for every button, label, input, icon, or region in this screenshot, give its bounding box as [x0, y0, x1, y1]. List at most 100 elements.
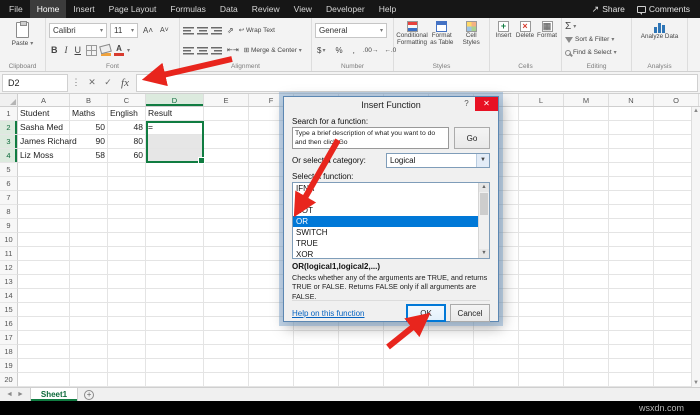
- cell-K18[interactable]: [474, 345, 519, 359]
- cell-E4[interactable]: [204, 149, 249, 163]
- sheet-nav-right-icon[interactable]: ►: [17, 391, 24, 398]
- font-size-combo[interactable]: 11 ▾: [110, 22, 138, 38]
- cell-C9[interactable]: [108, 219, 146, 233]
- cell-M20[interactable]: [564, 373, 609, 387]
- cell-L10[interactable]: [519, 233, 564, 247]
- listbox-scrollbar[interactable]: ▲ ▼: [478, 183, 489, 258]
- cell-E10[interactable]: [204, 233, 249, 247]
- cell-A1[interactable]: Student: [18, 107, 70, 121]
- cell-A5[interactable]: [18, 163, 70, 177]
- cell-L8[interactable]: [519, 205, 564, 219]
- cell-D1[interactable]: Result: [146, 107, 204, 121]
- cell-J20[interactable]: [429, 373, 474, 387]
- cell-B8[interactable]: [70, 205, 108, 219]
- cell-B13[interactable]: [70, 275, 108, 289]
- cell-C8[interactable]: [108, 205, 146, 219]
- cell-L11[interactable]: [519, 247, 564, 261]
- cell-E15[interactable]: [204, 303, 249, 317]
- cell-C2[interactable]: 48: [108, 121, 146, 135]
- cell-N15[interactable]: [609, 303, 654, 317]
- column-header-E[interactable]: E: [204, 94, 249, 106]
- cell-A10[interactable]: [18, 233, 70, 247]
- cell-D10[interactable]: [146, 233, 204, 247]
- align-top-icon[interactable]: [183, 25, 194, 35]
- conditional-formatting-button[interactable]: Conditional Formatting: [396, 20, 428, 48]
- cell-A19[interactable]: [18, 359, 70, 373]
- cell-A2[interactable]: Sasha Med: [18, 121, 70, 135]
- cell-D2[interactable]: =: [146, 121, 204, 135]
- scrollbar-thumb[interactable]: [480, 193, 488, 215]
- cell-B6[interactable]: [70, 177, 108, 191]
- cell-A16[interactable]: [18, 317, 70, 331]
- share-button[interactable]: ↗ Share: [592, 4, 625, 15]
- align-middle-icon[interactable]: [197, 25, 208, 35]
- decrease-font-button[interactable]: A˅: [158, 27, 171, 34]
- cell-J19[interactable]: [429, 359, 474, 373]
- cell-A4[interactable]: Liz Moss: [18, 149, 70, 163]
- cancel-entry-button[interactable]: ✕: [84, 77, 100, 88]
- cell-N18[interactable]: [609, 345, 654, 359]
- row-header-9[interactable]: 9: [0, 219, 18, 233]
- italic-button[interactable]: I: [63, 45, 70, 55]
- cell-C7[interactable]: [108, 191, 146, 205]
- cell-C20[interactable]: [108, 373, 146, 387]
- cell-D3[interactable]: [146, 135, 204, 149]
- cell-N13[interactable]: [609, 275, 654, 289]
- cell-N7[interactable]: [609, 191, 654, 205]
- cell-B5[interactable]: [70, 163, 108, 177]
- ribbon-tab-help[interactable]: Help: [372, 0, 403, 18]
- cell-A8[interactable]: [18, 205, 70, 219]
- cell-B16[interactable]: [70, 317, 108, 331]
- sort-filter-button[interactable]: Sort & Filter ▾: [565, 33, 628, 46]
- cell-B3[interactable]: 90: [70, 135, 108, 149]
- insert-cells-button[interactable]: + Insert: [493, 20, 514, 41]
- cell-M3[interactable]: [564, 135, 609, 149]
- cell-M12[interactable]: [564, 261, 609, 275]
- cell-D7[interactable]: [146, 191, 204, 205]
- row-header-18[interactable]: 18: [0, 345, 18, 359]
- row-header-3[interactable]: 3: [0, 135, 18, 149]
- cell-L1[interactable]: [519, 107, 564, 121]
- percent-button[interactable]: %: [333, 46, 344, 55]
- cell-A6[interactable]: [18, 177, 70, 191]
- category-dropdown[interactable]: Logical ▼: [386, 153, 490, 168]
- cell-I20[interactable]: [384, 373, 429, 387]
- cell-M19[interactable]: [564, 359, 609, 373]
- cell-B9[interactable]: [70, 219, 108, 233]
- ok-button[interactable]: OK: [406, 304, 446, 322]
- analyze-data-button[interactable]: Analyze Data: [637, 20, 683, 42]
- insert-function-button[interactable]: fx: [116, 77, 134, 89]
- cell-L19[interactable]: [519, 359, 564, 373]
- cell-M10[interactable]: [564, 233, 609, 247]
- cell-H17[interactable]: [339, 331, 384, 345]
- cell-F18[interactable]: [249, 345, 294, 359]
- row-header-14[interactable]: 14: [0, 289, 18, 303]
- cell-H20[interactable]: [339, 373, 384, 387]
- cell-K20[interactable]: [474, 373, 519, 387]
- cell-L3[interactable]: [519, 135, 564, 149]
- row-header-16[interactable]: 16: [0, 317, 18, 331]
- cell-G20[interactable]: [294, 373, 339, 387]
- cell-E18[interactable]: [204, 345, 249, 359]
- cell-G18[interactable]: [294, 345, 339, 359]
- cell-A13[interactable]: [18, 275, 70, 289]
- ribbon-tab-formulas[interactable]: Formulas: [163, 0, 212, 18]
- cell-D4[interactable]: [146, 149, 204, 163]
- cell-C12[interactable]: [108, 261, 146, 275]
- currency-button[interactable]: $ ▾: [315, 46, 327, 55]
- help-on-function-link[interactable]: Help on this function: [292, 309, 406, 318]
- cell-N6[interactable]: [609, 177, 654, 191]
- cell-M18[interactable]: [564, 345, 609, 359]
- cell-L12[interactable]: [519, 261, 564, 275]
- cell-L16[interactable]: [519, 317, 564, 331]
- cell-N1[interactable]: [609, 107, 654, 121]
- cell-B14[interactable]: [70, 289, 108, 303]
- cell-G19[interactable]: [294, 359, 339, 373]
- cell-M14[interactable]: [564, 289, 609, 303]
- column-header-N[interactable]: N: [609, 94, 654, 106]
- vertical-scrollbar[interactable]: ▲ ▼: [691, 107, 700, 387]
- function-option-or[interactable]: OR: [293, 216, 478, 227]
- cell-E6[interactable]: [204, 177, 249, 191]
- cell-A14[interactable]: [18, 289, 70, 303]
- borders-icon[interactable]: [86, 44, 97, 56]
